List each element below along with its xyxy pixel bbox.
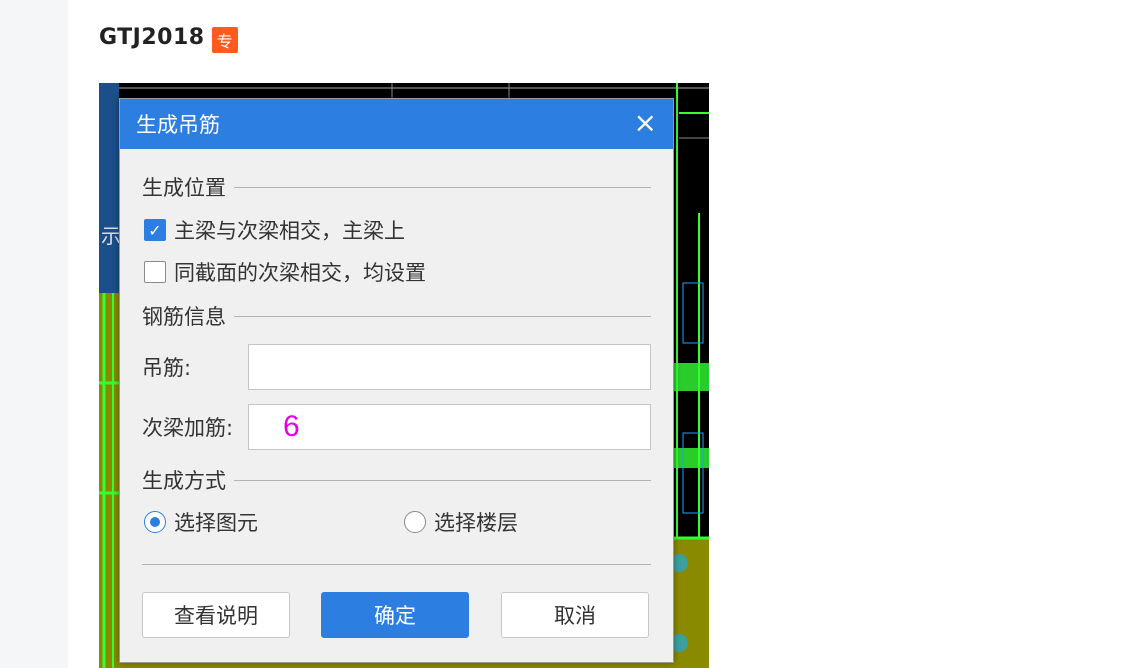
checkbox-main-beam-row[interactable]: ✓ 主梁与次梁相交，主梁上	[144, 216, 405, 244]
dialog-title: 生成吊筋	[136, 113, 220, 137]
hanger-field-label: 吊筋:	[142, 356, 192, 380]
post-title-text: GTJ2018	[99, 24, 205, 50]
section-divider	[234, 186, 651, 188]
generate-hanger-dialog: 生成吊筋 × 生成位置 ✓ 主梁与次梁相交，主梁上 同截面的次梁相交，均设置 钢…	[119, 98, 674, 663]
radio-select-element-label[interactable]: 选择图元	[174, 507, 258, 537]
ok-button[interactable]: 确定	[321, 592, 469, 638]
section-rebar: 钢筋信息	[142, 302, 651, 330]
left-gutter	[0, 0, 68, 668]
section-position-label: 生成位置	[142, 176, 226, 200]
footer-divider	[142, 564, 651, 565]
radio-select-element[interactable]	[144, 511, 166, 533]
cancel-button[interactable]: 取消	[501, 592, 649, 638]
section-rebar-label: 钢筋信息	[142, 305, 226, 329]
section-position: 生成位置	[142, 173, 651, 201]
close-icon[interactable]: ×	[634, 109, 657, 137]
section-method-label: 生成方式	[142, 469, 226, 493]
checkbox-same-section-label[interactable]: 同截面的次梁相交，均设置	[174, 257, 426, 287]
section-divider	[234, 479, 651, 481]
checkbox-main-beam[interactable]: ✓	[144, 219, 166, 241]
radio-select-floor[interactable]	[404, 511, 426, 533]
secondary-beam-input[interactable]: 6	[248, 404, 651, 450]
radio-select-element-row[interactable]: 选择图元	[144, 508, 258, 536]
secondary-beam-field-label: 次梁加筋:	[142, 416, 234, 440]
checkbox-same-section[interactable]	[144, 261, 166, 283]
radio-select-floor-row[interactable]: 选择楼层	[404, 508, 518, 536]
dialog-titlebar[interactable]: 生成吊筋 ×	[120, 99, 673, 149]
post-title: GTJ2018 专	[99, 20, 238, 54]
hanger-input[interactable]	[248, 344, 651, 390]
checkbox-same-section-row[interactable]: 同截面的次梁相交，均设置	[144, 258, 426, 286]
hanger-field-row: 吊筋:	[142, 343, 651, 391]
bg-text-fragment: 示	[101, 224, 121, 248]
section-divider	[234, 315, 651, 317]
section-method: 生成方式	[142, 466, 651, 494]
help-button[interactable]: 查看说明	[142, 592, 290, 638]
original-badge: 专	[211, 27, 238, 53]
radio-select-floor-label[interactable]: 选择楼层	[434, 507, 518, 537]
secondary-beam-field-row: 次梁加筋: 6	[142, 403, 651, 451]
checkbox-main-beam-label[interactable]: 主梁与次梁相交，主梁上	[174, 215, 405, 245]
